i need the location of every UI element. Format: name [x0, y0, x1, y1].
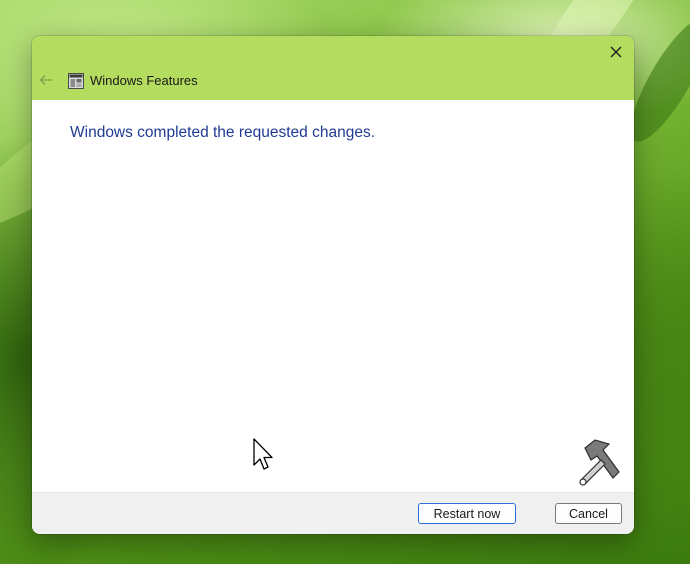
- window-title: Windows Features: [90, 73, 198, 88]
- title-bar: Windows Features: [32, 36, 634, 100]
- restart-now-button[interactable]: Restart now: [418, 503, 516, 524]
- dialog-footer: Restart now Cancel: [32, 492, 634, 534]
- back-arrow-icon: [39, 75, 52, 85]
- windows-features-dialog: Windows Features Windows completed the r…: [32, 36, 634, 534]
- status-message: Windows completed the requested changes.: [70, 124, 376, 141]
- close-icon: [610, 46, 622, 58]
- close-button[interactable]: [602, 38, 630, 66]
- windows-features-icon: [68, 73, 84, 89]
- mouse-pointer-icon: [253, 438, 273, 470]
- back-button[interactable]: [36, 70, 56, 90]
- content-area: Windows completed the requested changes.: [32, 100, 634, 492]
- hammer-wrench-icon: [579, 439, 620, 486]
- cancel-button[interactable]: Cancel: [555, 503, 622, 524]
